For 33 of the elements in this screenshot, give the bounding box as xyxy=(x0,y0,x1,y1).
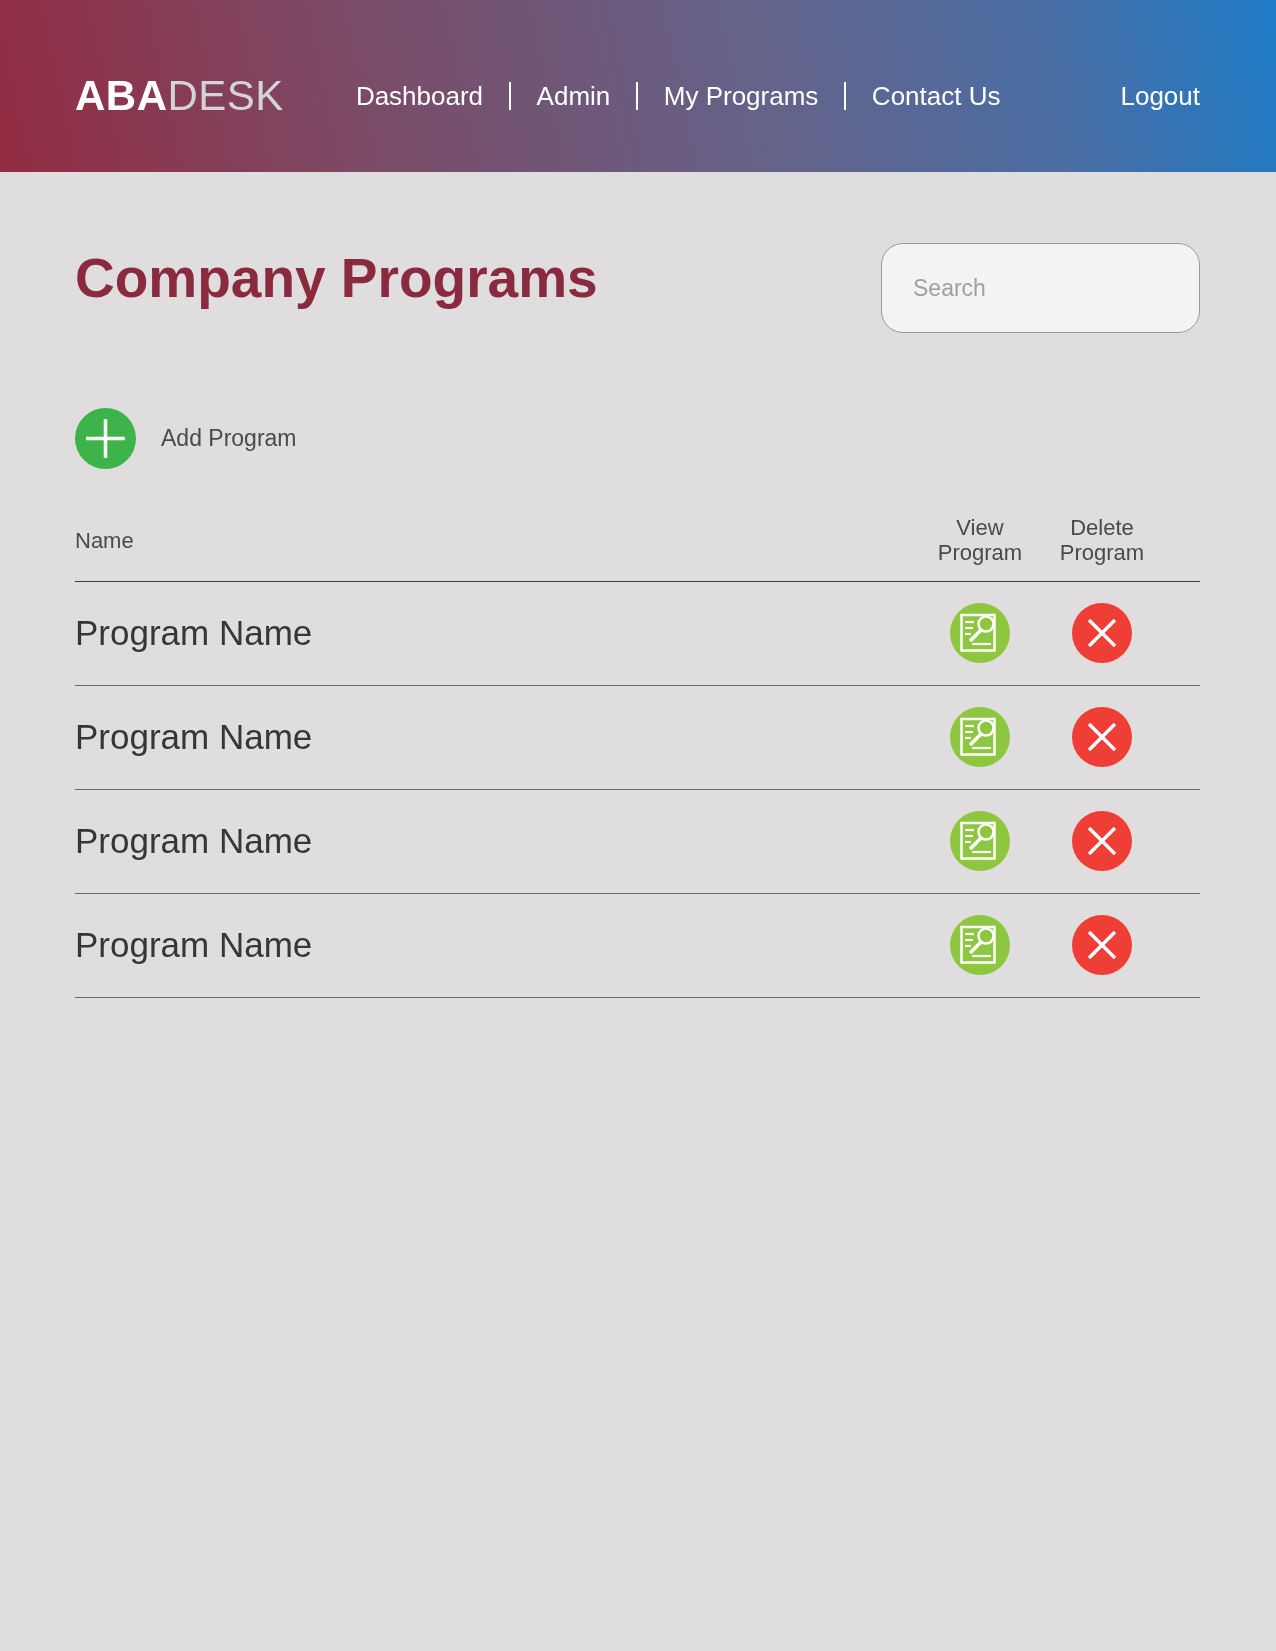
plus-icon xyxy=(75,408,136,469)
column-header: Delete Program xyxy=(1058,515,1146,566)
nav-link[interactable]: Dashboard xyxy=(355,80,484,112)
page-title: Company Programs xyxy=(75,246,598,311)
view-program-button[interactable] xyxy=(950,603,1010,664)
delete-program-button[interactable] xyxy=(1072,603,1132,664)
logout-link[interactable]: Logout xyxy=(1120,80,1200,112)
delete-program-button[interactable] xyxy=(1072,811,1132,872)
view-program-button[interactable] xyxy=(950,811,1010,872)
program-name: Program Name xyxy=(75,613,314,654)
logo[interactable]: ABADESK xyxy=(75,75,284,117)
cross-icon xyxy=(1072,915,1132,976)
nav-link[interactable]: Contact Us xyxy=(871,80,1001,112)
search-field[interactable]: Search xyxy=(881,243,1200,333)
program-name: Program Name xyxy=(75,925,314,966)
add-program-button[interactable]: Add Program xyxy=(75,408,297,469)
cross-icon xyxy=(1072,707,1132,768)
cross-icon xyxy=(1072,603,1132,664)
document-search-icon xyxy=(950,915,1010,976)
cross-icon xyxy=(1072,811,1132,872)
nav-link[interactable]: My Programs xyxy=(663,80,819,112)
document-search-icon xyxy=(950,707,1010,768)
document-search-icon xyxy=(950,603,1010,664)
nav-link[interactable]: Admin xyxy=(536,80,611,112)
program-name: Program Name xyxy=(75,717,314,758)
delete-program-button[interactable] xyxy=(1072,915,1132,976)
delete-program-button[interactable] xyxy=(1072,707,1132,768)
document-search-icon xyxy=(950,811,1010,872)
column-header: View Program xyxy=(936,515,1024,566)
view-program-button[interactable] xyxy=(950,915,1010,976)
program-name: Program Name xyxy=(75,821,314,862)
view-program-button[interactable] xyxy=(950,707,1010,768)
column-header: Name xyxy=(75,527,135,553)
